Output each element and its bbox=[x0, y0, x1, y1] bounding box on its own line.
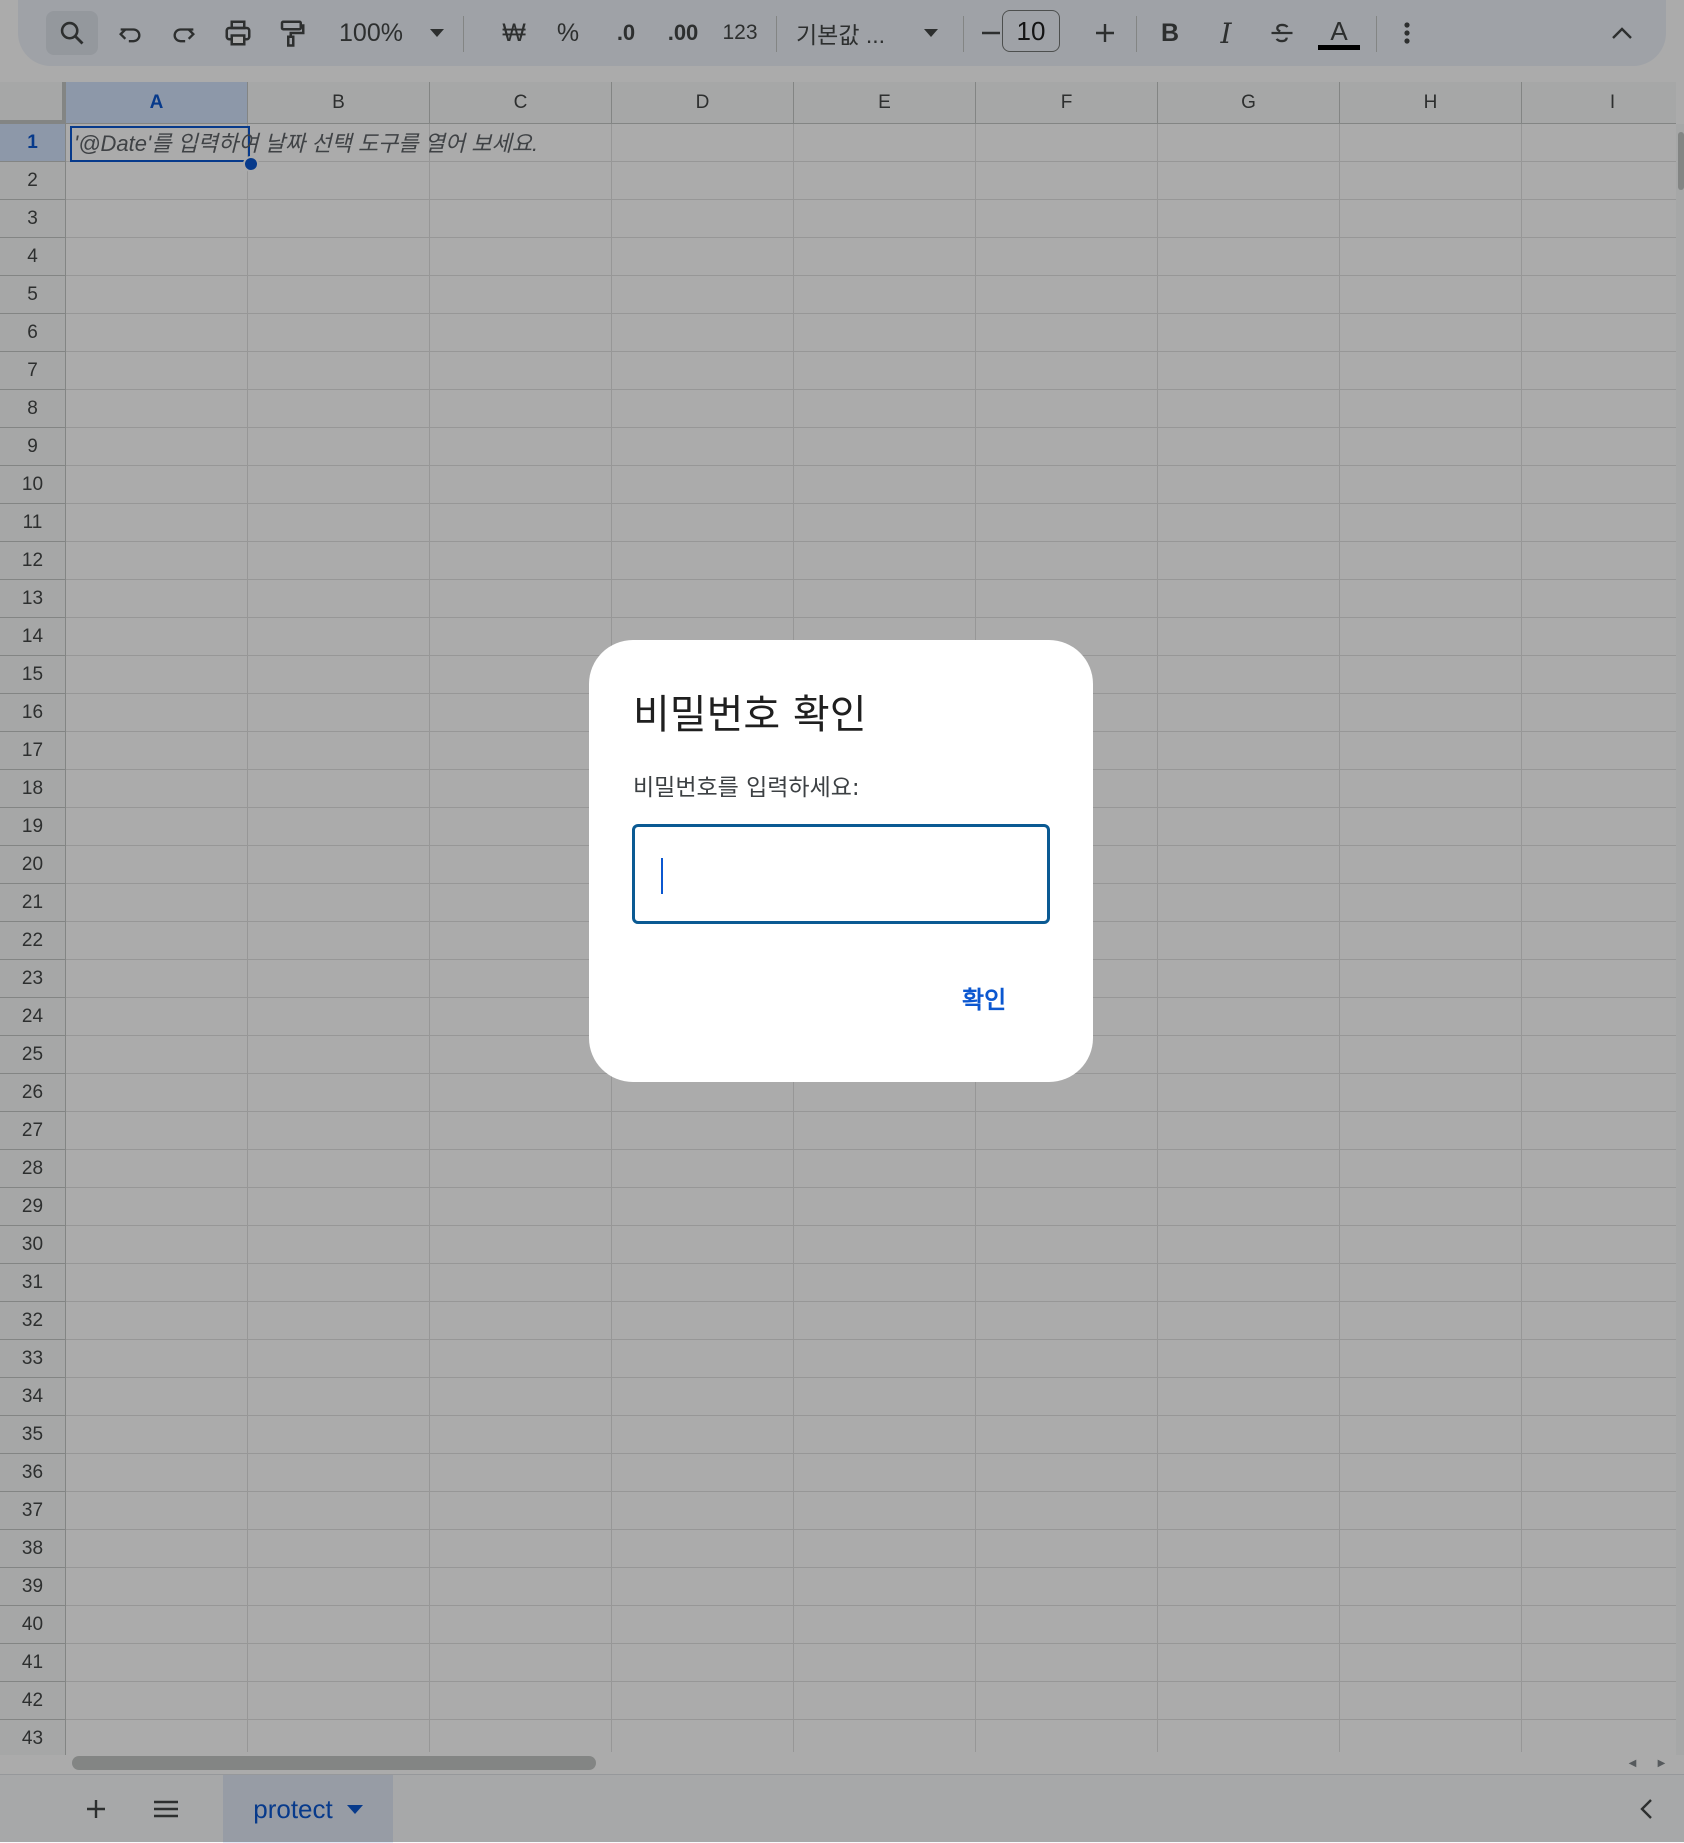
confirm-button[interactable]: 확인 bbox=[962, 980, 1006, 1015]
password-input[interactable] bbox=[632, 824, 1050, 924]
password-label: 비밀번호를 입력하세요: bbox=[633, 775, 860, 801]
text-cursor bbox=[661, 858, 663, 894]
spreadsheet-app: 100% ₩ % .0 .00 123 기본값 ... 10 B I A A B… bbox=[0, 0, 1684, 1843]
password-dialog: 비밀번호 확인 비밀번호를 입력하세요: 확인 bbox=[589, 640, 1093, 1082]
dialog-title: 비밀번호 확인 bbox=[633, 692, 867, 738]
